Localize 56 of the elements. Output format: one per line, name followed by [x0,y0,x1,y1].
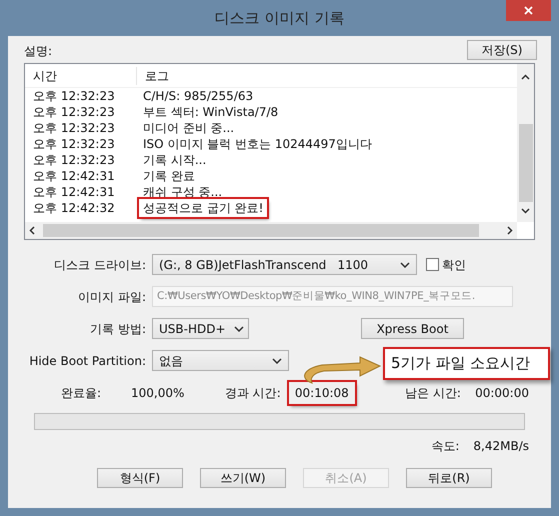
stat-label: 남은 시간: [405,385,462,402]
horizontal-scrollbar[interactable] [25,222,517,239]
hide-boot-select[interactable]: 없음 [152,350,289,371]
hide-boot-label: Hide Boot Partition: [28,352,147,370]
chevron-left-icon [29,226,35,235]
image-file-label: 이미지 파일: [77,288,147,306]
log-time: 오후 12:32:23 [32,104,116,121]
column-header[interactable]: 시간 [25,66,137,84]
drive-select[interactable]: (G:, 8 GB)JetFlashTranscend 1100 [152,254,417,275]
log-message: C/H/S: 985/255/63 [142,88,254,105]
scrollbar-thumb[interactable] [518,124,532,202]
stat-label: 경과 시간: [224,385,282,402]
chevron-down-icon [400,262,410,268]
close-button[interactable] [506,0,551,21]
verify-label[interactable]: 확인 [442,256,466,274]
log-time: 오후 12:32:23 [32,136,116,153]
action-button[interactable]: 쓰기(W) [200,468,286,488]
speed-label: 속도: [431,438,460,455]
log-message: 성공적으로 굽기 완료! [139,199,268,217]
log-time: 오후 12:42:32 [32,200,116,217]
save-button[interactable]: 저장(S) [467,40,537,60]
chevron-right-icon [507,226,513,235]
method-select[interactable]: USB-HDD+ [152,318,249,339]
log-message: 부트 섹터: WinVista/7/8 [142,104,280,121]
log-time: 오후 12:42:31 [32,168,116,185]
log-time: 오후 12:32:23 [32,120,116,137]
log-time: 오후 12:42:31 [32,184,116,201]
action-button[interactable]: 뒤로(R) [406,468,492,488]
vertical-scrollbar[interactable] [517,64,534,222]
chevron-up-icon [521,74,530,80]
chevron-down-icon [521,208,530,214]
verify-checkbox[interactable] [426,258,439,271]
scrollbar-thumb[interactable] [43,224,479,237]
method-label: 기록 방법: [89,320,147,338]
action-button[interactable]: 형식(F) [97,468,183,488]
log-time: 오후 12:32:23 [32,88,116,105]
callout-box: 5기가 파일 소요시간 [383,347,550,380]
xpress-boot-button[interactable]: Xpress Boot [361,318,464,339]
log-message: 미디어 준비 중... [142,120,236,137]
log-message: 기록 완료 [142,168,196,185]
log-time: 오후 12:32:23 [32,152,116,169]
stat-value: 00:00:00 [474,385,530,402]
drive-id-text: 1100 [337,256,368,274]
stat-value: 00:10:08 [288,382,355,404]
stat-value: 100,00% [130,385,186,402]
stat-label: 완료율: [61,385,102,402]
drive-label: 디스크 드라이브: [53,256,147,274]
chevron-down-icon [272,358,282,364]
description-label: 설명: [24,43,52,60]
chevron-down-icon [234,326,244,332]
speed-value: 8,42MB/s [473,438,529,455]
log-message: 기록 시작... [142,152,208,169]
column-header[interactable]: 로그 [137,66,517,84]
log-message: ISO 이미지 블럭 번호는 10244497입니다 [142,136,373,153]
close-icon [524,6,533,15]
window-title: 디스크 이미지 기록 [214,8,344,29]
